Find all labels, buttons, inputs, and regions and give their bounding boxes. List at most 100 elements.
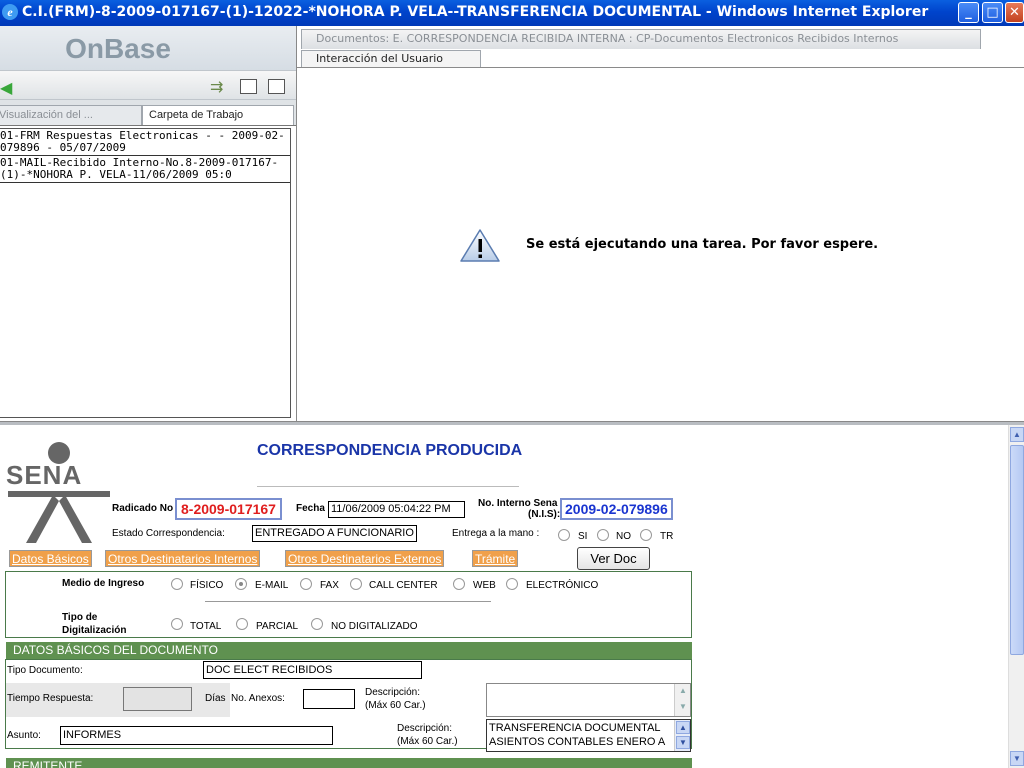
tab-documentos[interactable]: Documentos: E. CORRESPONDENCIA RECIBIDA … <box>301 29 981 49</box>
asunto-label: Asunto: <box>7 730 41 741</box>
descripcion2-scrollbar[interactable]: ▲ ▼ <box>674 720 690 751</box>
radicado-label: Radicado No <box>112 503 174 514</box>
minimize-button[interactable]: _ <box>958 2 979 23</box>
section-header-datos-basicos: DATOS BÁSICOS DEL DOCUMENTO <box>6 642 692 659</box>
medio-fax-label: FAX <box>320 580 339 591</box>
dig-nodigitalizado-label: NO DIGITALIZADO <box>331 621 418 632</box>
tiempo-field[interactable] <box>123 687 192 711</box>
list-item[interactable]: 01-FRM Respuestas Electronicas - - 2009-… <box>0 129 290 156</box>
tab-tramite[interactable]: Trámite <box>472 550 519 567</box>
descripcion2-textarea[interactable]: TRANSFERENCIA DOCUMENTAL ASIENTOS CONTAB… <box>486 719 691 752</box>
window-titlebar[interactable]: e C.I.(FRM)-8-2009-017167-(1)-12022-*NOH… <box>0 0 1024 26</box>
medio-email-radio[interactable] <box>235 578 247 590</box>
anexos-label: No. Anexos: <box>231 693 285 704</box>
back-arrow-icon[interactable]: ◀ <box>0 78 12 98</box>
entrega-si-radio[interactable] <box>558 529 570 541</box>
medio-fisico-radio[interactable] <box>171 578 183 590</box>
entrega-no-radio[interactable] <box>597 529 609 541</box>
sena-logo-icon <box>8 442 110 543</box>
entrega-label: Entrega a la mano : <box>452 528 540 539</box>
window-title: C.I.(FRM)-8-2009-017167-(1)-12022-*NOHOR… <box>22 4 929 20</box>
nis-label: No. Interno Sena <box>478 498 558 509</box>
medio-fisico-label: FÍSICO <box>190 580 224 591</box>
asunto-field[interactable]: INFORMES <box>60 726 333 745</box>
medio-callcenter-label: CALL CENTER <box>369 580 438 591</box>
medio-electronico-label: ELECTRÓNICO <box>526 580 599 591</box>
scroll-down-icon[interactable]: ▼ <box>676 701 690 714</box>
page-title: CORRESPONDENCIA PRODUCIDA <box>257 442 523 459</box>
dias-label: Días <box>205 693 226 704</box>
desc-label-1: Descripción: <box>365 687 421 698</box>
scroll-up-icon[interactable]: ▲ <box>676 721 690 734</box>
estado-label: Estado Correspondencia: <box>112 528 225 539</box>
tab-otros-externos[interactable]: Otros Destinatarios Externos <box>285 550 445 567</box>
desc2-label-1: Descripción: <box>397 723 453 734</box>
nis-number: 2009-02-079896 <box>560 498 673 520</box>
radicado-number: 8-2009-017167 <box>175 498 282 520</box>
tipo-dig-label-1: Tipo de <box>62 612 98 623</box>
scroll-down-icon[interactable]: ▼ <box>676 736 690 749</box>
anexos-field[interactable] <box>303 689 355 709</box>
entrega-si-label: SI <box>578 531 588 542</box>
scroll-down-icon[interactable]: ▼ <box>1010 751 1024 766</box>
medio-label: Medio de Ingreso <box>62 578 145 589</box>
wait-message: Se está ejecutando una tarea. Por favor … <box>526 237 879 252</box>
forward-arrows-icon[interactable]: ⇉ <box>210 77 223 97</box>
warning-icon <box>460 229 500 262</box>
tipo-dig-label-2: Digitalización <box>62 625 127 636</box>
ie-icon: e <box>2 4 18 20</box>
dig-total-label: TOTAL <box>190 621 222 632</box>
ver-doc-button[interactable]: Ver Doc <box>577 547 650 570</box>
tab-datos-basicos[interactable]: Datos Básicos <box>9 550 92 567</box>
document-list: 01-FRM Respuestas Electronicas - - 2009-… <box>0 128 291 418</box>
page-scrollbar[interactable]: ▲ ▼ <box>1008 425 1024 768</box>
fieldset-divider <box>205 601 491 602</box>
fecha-field[interactable]: 11/06/2009 05:04:22 PM <box>328 501 465 518</box>
tab-interaccion-usuario[interactable]: Interacción del Usuario <box>301 50 481 68</box>
title-divider <box>257 486 519 487</box>
section-header-remitente: REMITENTE <box>6 758 692 768</box>
medio-electronico-radio[interactable] <box>506 578 518 590</box>
entrega-tr-label: TR <box>660 531 674 542</box>
tab-carpeta-trabajo[interactable]: Carpeta de Trabajo <box>142 105 294 125</box>
estado-field[interactable]: ENTREGADO A FUNCIONARIO <box>252 525 417 542</box>
tipo-doc-label: Tipo Documento: <box>7 665 83 676</box>
correspondence-form: SENA CORRESPONDENCIA PRODUCIDA Radicado … <box>0 425 1008 768</box>
entrega-no-label: NO <box>616 531 631 542</box>
left-tabs: Visualización del ... Carpeta de Trabajo <box>0 100 296 126</box>
dig-nodigitalizado-radio[interactable] <box>311 618 323 630</box>
tab-divider <box>297 67 1024 68</box>
desc2-label-2: (Máx 60 Car.) <box>397 736 458 747</box>
tiempo-label: Tiempo Respuesta: <box>7 693 94 704</box>
medio-email-label: E-MAIL <box>255 580 289 591</box>
descripcion-scrollbar[interactable]: ▲ ▼ <box>674 684 690 716</box>
close-button[interactable]: ✕ <box>1005 2 1024 23</box>
left-panel: OnBase ◀ ⇉ Visualización del ... Carpeta… <box>0 26 296 421</box>
medio-fax-radio[interactable] <box>300 578 312 590</box>
desc-label-2: (Máx 60 Car.) <box>365 700 426 711</box>
maximize-button[interactable]: □ <box>982 2 1003 23</box>
navigation-toolbar: ◀ ⇉ <box>0 70 296 100</box>
dig-total-radio[interactable] <box>171 618 183 630</box>
scroll-up-icon[interactable]: ▲ <box>676 685 690 698</box>
sena-logo-text: SENA <box>6 460 83 490</box>
window-restore-icon[interactable] <box>268 79 285 94</box>
right-panel: Documentos: E. CORRESPONDENCIA RECIBIDA … <box>296 26 1024 421</box>
tipo-doc-field[interactable]: DOC ELECT RECIBIDOS <box>203 661 422 679</box>
scrollbar-thumb[interactable] <box>1010 445 1024 655</box>
scroll-up-icon[interactable]: ▲ <box>1010 427 1024 442</box>
tab-visualizacion[interactable]: Visualización del ... <box>0 105 142 125</box>
descripcion-textarea[interactable] <box>486 683 691 717</box>
onbase-logo: OnBase <box>0 26 296 70</box>
descripcion2-line-1: TRANSFERENCIA DOCUMENTAL <box>489 722 661 734</box>
layout-split-icon[interactable] <box>240 79 257 94</box>
medio-web-radio[interactable] <box>453 578 465 590</box>
tab-otros-internos[interactable]: Otros Destinatarios Internos <box>105 550 261 567</box>
dig-parcial-radio[interactable] <box>236 618 248 630</box>
nis-label-2: (N.I.S): <box>528 509 561 520</box>
medio-web-label: WEB <box>473 580 496 591</box>
medio-callcenter-radio[interactable] <box>350 578 362 590</box>
descripcion2-line-2: ASIENTOS CONTABLES ENERO A <box>489 736 666 748</box>
entrega-tr-radio[interactable] <box>640 529 652 541</box>
list-item[interactable]: 01-MAIL-Recibido Interno-No.8-2009-01716… <box>0 156 290 183</box>
